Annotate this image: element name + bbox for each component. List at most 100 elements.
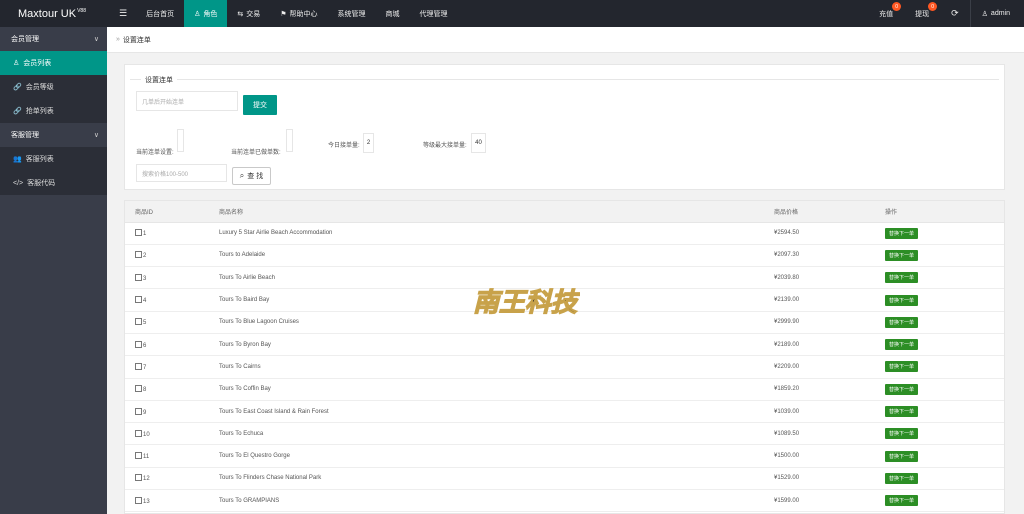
sidebar-item-member-list[interactable]: ♙ 会员列表 <box>0 51 107 75</box>
product-table: 商品ID 商品名称 商品价格 操作 1 Luxury 5 Star Airlie … <box>124 200 1005 514</box>
row-checkbox[interactable] <box>135 229 142 237</box>
today-orders-label: 今日接单量: <box>328 143 360 149</box>
replace-next-order-button[interactable]: 替换下一单 <box>885 339 919 351</box>
row-checkbox[interactable] <box>135 496 142 504</box>
search-button[interactable]: ⌕ 查 找 <box>232 167 271 185</box>
max-orders-field[interactable]: 40 <box>471 133 486 153</box>
row-checkbox[interactable] <box>135 385 142 393</box>
search-icon: ⌕ <box>239 171 245 180</box>
replace-next-order-button[interactable]: 替换下一单 <box>885 450 919 462</box>
row-checkbox[interactable] <box>135 407 142 415</box>
cell-id: 9 <box>125 400 219 424</box>
product-id: 8 <box>143 387 147 394</box>
row-checkbox[interactable] <box>135 318 142 326</box>
product-id: 1 <box>143 231 147 238</box>
row-checkbox[interactable] <box>135 251 142 259</box>
cell-price: ¥1500.00 <box>774 444 885 468</box>
refresh-icon[interactable]: ⟳ <box>940 0 970 27</box>
replace-next-order-button[interactable]: 替换下一单 <box>885 472 919 484</box>
link-icon: 🔗 <box>13 108 22 115</box>
product-id: 13 <box>143 498 150 505</box>
recharge-button[interactable]: 充值 0 <box>868 0 904 27</box>
sidebar: 会员管理 ∨ ♙ 会员列表 🔗 会员等级 🔗 抢单列表 客服管理 ∨ 👥 客服列… <box>0 27 107 514</box>
replace-next-order-button[interactable]: 替换下一单 <box>885 361 919 373</box>
col-header-name: 商品名称 <box>219 201 774 223</box>
start-order-placeholder: 几单后开始连单 <box>142 99 185 106</box>
replace-next-order-button[interactable]: 替换下一单 <box>885 272 919 284</box>
top-nav: ☰ 后台首页 ♙ 角色 ⇆ 交易 ⚑ 帮助中心 系统管理 商城 代理管理 <box>107 0 458 27</box>
table-row: 7 Tours To Cairns ¥2209.00 替换下一单 <box>125 355 1004 379</box>
today-orders-field[interactable]: 2 <box>363 133 374 153</box>
row-checkbox[interactable] <box>135 296 142 304</box>
cell-price: ¥2139.00 <box>774 288 885 312</box>
cell-id: 8 <box>125 378 219 401</box>
replace-next-order-button[interactable]: 替换下一单 <box>885 406 919 418</box>
brand-logo[interactable]: Maxtour UK V88 <box>0 0 107 27</box>
row-checkbox[interactable] <box>135 474 142 482</box>
replace-next-order-button[interactable]: 替换下一单 <box>885 227 919 239</box>
sidebar-item-member-level[interactable]: 🔗 会员等级 <box>0 75 107 99</box>
cell-id: 5 <box>125 311 219 334</box>
cell-name: Tours To El Questro Gorge <box>219 444 774 468</box>
start-order-input[interactable]: 几单后开始连单 <box>136 91 238 111</box>
brand-version: V88 <box>77 7 86 14</box>
replace-next-order-button[interactable]: 替换下一单 <box>885 428 919 440</box>
recharge-badge: 0 <box>892 2 902 11</box>
sidebar-group-members[interactable]: 会员管理 ∨ <box>0 27 107 51</box>
cell-price: ¥2999.90 <box>774 311 885 334</box>
replace-next-order-button[interactable]: 替换下一单 <box>885 316 919 328</box>
table-row: 12 Tours To Flinders Chase National Park ¥… <box>125 467 1004 491</box>
row-checkbox[interactable] <box>135 452 142 460</box>
nav-item-agent[interactable]: 代理管理 <box>410 0 458 27</box>
current-setting-label: 当前连单设置: <box>136 150 174 156</box>
row-checkbox[interactable] <box>135 429 142 437</box>
cell-id: 6 <box>125 333 219 357</box>
user-icon: ♙ <box>194 10 201 18</box>
cell-id: 11 <box>125 444 219 468</box>
sidebar-group-support[interactable]: 客服管理 ∨ <box>0 123 107 147</box>
max-orders-label: 等级最大接单量: <box>423 143 467 149</box>
replace-next-order-button[interactable]: 替换下一单 <box>885 294 919 306</box>
current-done-label: 当前连单已做单数: <box>231 150 281 156</box>
sidebar-item-grab-orders[interactable]: 🔗 抢单列表 <box>0 99 107 123</box>
row-checkbox[interactable] <box>135 340 142 348</box>
col-header-action: 操作 <box>885 201 1004 223</box>
link-icon: 🔗 <box>13 84 22 91</box>
row-checkbox[interactable] <box>135 273 142 281</box>
cell-price: ¥2097.30 <box>774 244 885 268</box>
sidebar-group-label: 会员管理 <box>11 36 39 43</box>
nav-item-help[interactable]: ⚑ 帮助中心 <box>270 0 327 27</box>
cell-action: 替换下一单 <box>885 467 1004 491</box>
current-done-field[interactable] <box>286 129 293 152</box>
nav-item-mall[interactable]: 商城 <box>376 0 410 27</box>
cell-id: 10 <box>125 422 219 446</box>
nav-item-dashboard[interactable]: 后台首页 <box>136 0 184 27</box>
replace-next-order-button[interactable]: 替换下一单 <box>885 495 919 507</box>
price-search-input[interactable]: 搜索价格100-500 <box>136 164 227 182</box>
cell-name: Tours To GRAMPIANS <box>219 489 774 513</box>
nav-item-trade[interactable]: ⇆ 交易 <box>227 0 270 27</box>
chevron-down-icon: ∨ <box>93 36 99 43</box>
current-setting-field[interactable] <box>177 129 184 152</box>
replace-next-order-button[interactable]: 替换下一单 <box>885 383 919 395</box>
cell-id: 13 <box>125 489 219 513</box>
submit-button[interactable]: 提交 <box>243 95 277 115</box>
price-search-placeholder: 搜索价格100-500 <box>142 171 189 178</box>
product-id: 6 <box>143 342 147 349</box>
withdraw-button[interactable]: 提现 0 <box>904 0 940 27</box>
cell-name: Tours to Adelaide <box>219 244 774 268</box>
withdraw-label: 提现 <box>915 10 930 18</box>
search-label: 查 找 <box>247 173 264 180</box>
row-checkbox[interactable] <box>135 362 142 370</box>
replace-next-order-button[interactable]: 替换下一单 <box>885 249 919 261</box>
cell-name: Tours To Coffin Bay <box>219 378 774 401</box>
nav-item-system[interactable]: 系统管理 <box>328 0 376 27</box>
sidebar-item-support-list[interactable]: 👥 客服列表 <box>0 147 107 171</box>
nav-item-role[interactable]: ♙ 角色 <box>184 0 228 27</box>
sidebar-item-support-code[interactable]: </> 客服代码 <box>0 171 107 195</box>
breadcrumb-label[interactable]: 设置连单 <box>123 35 151 45</box>
user-menu[interactable]: ♙ admin <box>971 0 1024 27</box>
hamburger-icon[interactable]: ☰ <box>107 0 136 27</box>
nav-label: 角色 <box>203 10 218 18</box>
cell-action: 替换下一单 <box>885 355 1004 379</box>
